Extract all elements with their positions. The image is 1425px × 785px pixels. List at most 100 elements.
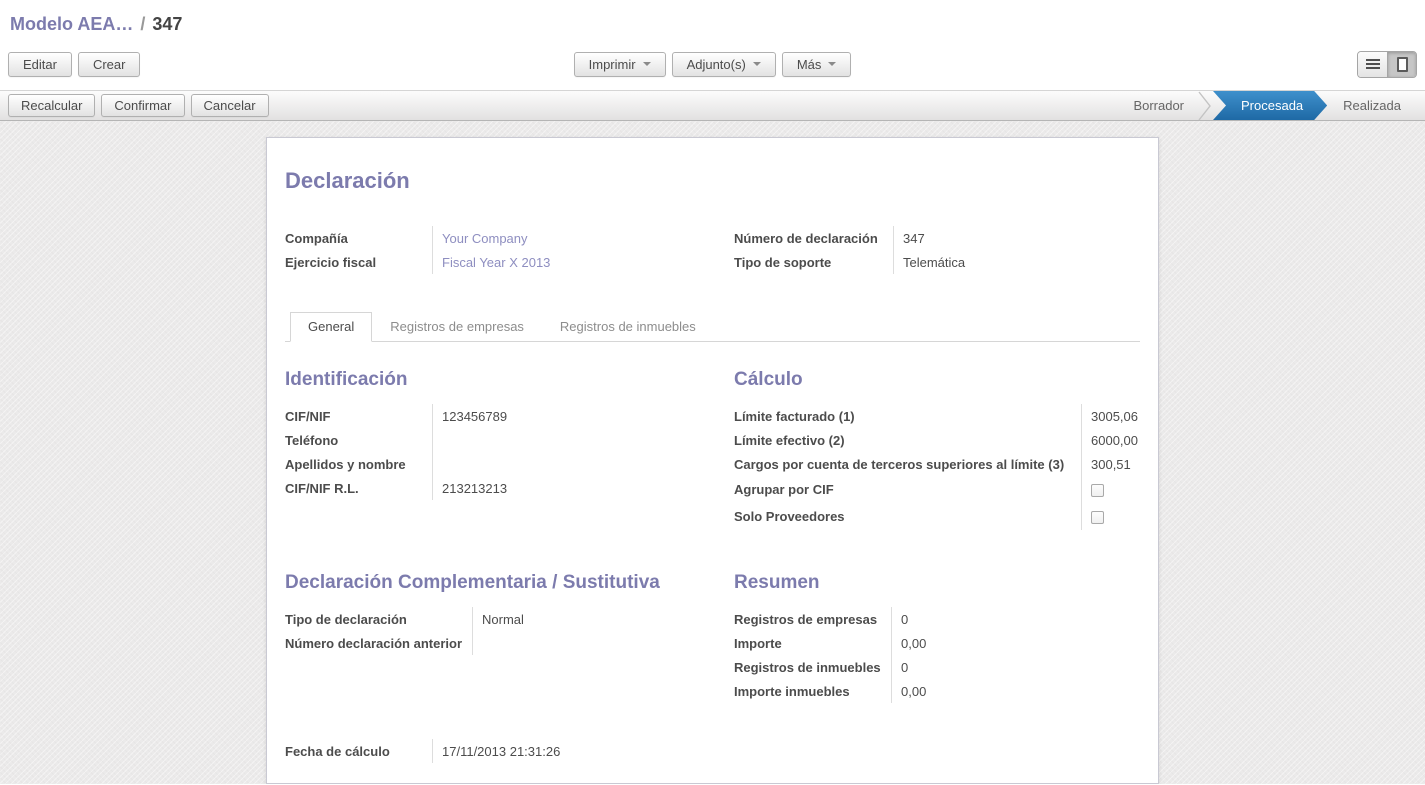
field-importe: Importe 0,00 — [734, 631, 1140, 655]
field-compania: Compañía Your Company — [285, 226, 717, 250]
field-label: Ejercicio fiscal — [285, 250, 433, 274]
chevron-down-icon — [753, 62, 761, 66]
field-label: Apellidos y nombre — [285, 452, 433, 476]
field-label: Límite facturado (1) — [734, 404, 1082, 428]
field-value: 3005,06 — [1082, 409, 1138, 424]
field-cif-nif: CIF/NIF 123456789 — [285, 404, 717, 428]
section-complementaria: Declaración Complementaria / Sustitutiva… — [285, 572, 717, 703]
breadcrumb: Modelo AEA… / 347 — [0, 0, 1425, 44]
field-label: Límite efectivo (2) — [734, 428, 1082, 452]
form-title: Declaración — [285, 168, 1140, 194]
recalculate-button[interactable]: Recalcular — [8, 94, 95, 117]
field-solo-proveedores: Solo Proveedores — [734, 503, 1140, 530]
field-label: Tipo de declaración — [285, 607, 473, 631]
tab-general[interactable]: General — [290, 312, 372, 342]
field-label: CIF/NIF R.L. — [285, 476, 433, 500]
list-view-button[interactable] — [1358, 52, 1387, 77]
list-icon — [1366, 59, 1380, 69]
field-cif-nif-rl: CIF/NIF R.L. 213213213 — [285, 476, 717, 500]
field-value: 0,00 — [892, 684, 926, 699]
tab-general-content: Identificación CIF/NIF 123456789 Teléfon… — [285, 342, 1140, 763]
edit-button[interactable]: Editar — [8, 52, 72, 77]
field-ejercicio-fiscal: Ejercicio fiscal Fiscal Year X 2013 — [285, 250, 717, 274]
field-value: 17/11/2013 21:31:26 — [433, 744, 560, 759]
field-fecha-calculo: Fecha de cálculo 17/11/2013 21:31:26 — [285, 739, 1140, 763]
workflow-bar: Recalcular Confirmar Cancelar Borrador P… — [0, 90, 1425, 121]
attachments-label: Adjunto(s) — [687, 57, 746, 72]
chevron-right-icon — [1198, 91, 1211, 120]
field-label: Importe — [734, 631, 892, 655]
status-procesada-badge: Procesada — [1213, 91, 1327, 120]
field-apellidos-nombre: Apellidos y nombre — [285, 452, 717, 476]
field-label: Fecha de cálculo — [285, 739, 433, 763]
status-borrador: Borrador — [1119, 91, 1198, 120]
create-button[interactable]: Crear — [78, 52, 141, 77]
statusbar: Borrador Procesada Realizada — [1119, 91, 1425, 120]
section-title: Identificación — [285, 369, 717, 391]
chevron-down-icon — [643, 62, 651, 66]
tab-registros-inmuebles[interactable]: Registros de inmuebles — [542, 312, 714, 342]
field-label: Teléfono — [285, 428, 433, 452]
more-label: Más — [797, 57, 822, 72]
form-icon — [1397, 57, 1408, 72]
field-value: 347 — [894, 231, 925, 246]
view-switcher-group — [1357, 51, 1417, 78]
header-left-group: Compañía Your Company Ejercicio fiscal F… — [285, 226, 717, 274]
field-label: Registros de empresas — [734, 607, 892, 631]
field-label: Agrupar por CIF — [734, 476, 1082, 503]
section-identificacion: Identificación CIF/NIF 123456789 Teléfon… — [285, 369, 717, 530]
solo-proveedores-checkbox[interactable] — [1091, 511, 1104, 524]
header-right-group: Número de declaración 347 Tipo de soport… — [734, 226, 1140, 274]
field-registros-inmuebles: Registros de inmuebles 0 — [734, 655, 1140, 679]
chevron-down-icon — [828, 62, 836, 66]
field-limite-facturado: Límite facturado (1) 3005,06 — [734, 404, 1140, 428]
status-realizada: Realizada — [1329, 91, 1415, 120]
field-tipo-soporte: Tipo de soporte Telemática — [734, 250, 1140, 274]
field-value: 123456789 — [433, 409, 507, 424]
field-value: 0,00 — [892, 636, 926, 651]
breadcrumb-parent-link[interactable]: Modelo AEA… — [10, 14, 133, 35]
field-tipo-declaracion: Tipo de declaración Normal — [285, 607, 717, 631]
field-agrupar-por-cif: Agrupar por CIF — [734, 476, 1140, 503]
document-actions: Imprimir Adjunto(s) Más — [574, 52, 852, 77]
field-label: Cargos por cuenta de terceros superiores… — [734, 452, 1082, 476]
field-label: Importe inmuebles — [734, 679, 892, 703]
field-value: 0 — [892, 612, 908, 627]
view-switcher — [851, 51, 1417, 78]
field-label: Número declaración anterior — [285, 631, 473, 655]
field-label: Número de declaración — [734, 226, 894, 250]
field-label: Registros de inmuebles — [734, 655, 892, 679]
cancel-button[interactable]: Cancelar — [191, 94, 269, 117]
field-importe-inmuebles: Importe inmuebles 0,00 — [734, 679, 1140, 703]
print-label: Imprimir — [589, 57, 636, 72]
field-value: Telemática — [894, 255, 965, 270]
field-value: Normal — [473, 612, 524, 627]
field-value: 213213213 — [433, 481, 507, 496]
fiscal-year-link[interactable]: Fiscal Year X 2013 — [433, 255, 550, 270]
company-link[interactable]: Your Company — [433, 231, 528, 246]
field-label: Solo Proveedores — [734, 503, 1082, 530]
field-numero-declaracion: Número de declaración 347 — [734, 226, 1140, 250]
print-dropdown-button[interactable]: Imprimir — [574, 52, 666, 77]
field-telefono: Teléfono — [285, 428, 717, 452]
attachments-dropdown-button[interactable]: Adjunto(s) — [672, 52, 776, 77]
tab-registros-empresas[interactable]: Registros de empresas — [372, 312, 542, 342]
agrupar-por-cif-checkbox[interactable] — [1091, 484, 1104, 497]
field-label: CIF/NIF — [285, 404, 433, 428]
field-limite-efectivo: Límite efectivo (2) 6000,00 — [734, 428, 1140, 452]
section-resumen: Resumen Registros de empresas 0 Importe … — [734, 572, 1140, 703]
field-registros-empresas: Registros de empresas 0 — [734, 607, 1140, 631]
field-cargos-terceros: Cargos por cuenta de terceros superiores… — [734, 452, 1140, 476]
notebook-tabs: General Registros de empresas Registros … — [285, 312, 1140, 342]
form-view-button[interactable] — [1387, 52, 1416, 77]
content-background: Declaración Compañía Your Company Ejerci… — [0, 121, 1425, 784]
confirm-button[interactable]: Confirmar — [101, 94, 184, 117]
section-title: Cálculo — [734, 369, 1140, 391]
field-label: Compañía — [285, 226, 433, 250]
record-actions: Editar Crear — [8, 52, 574, 77]
field-value: 300,51 — [1082, 457, 1131, 472]
header-fields: Compañía Your Company Ejercicio fiscal F… — [285, 226, 1140, 274]
field-label: Tipo de soporte — [734, 250, 894, 274]
breadcrumb-current: 347 — [152, 14, 182, 35]
more-dropdown-button[interactable]: Más — [782, 52, 852, 77]
